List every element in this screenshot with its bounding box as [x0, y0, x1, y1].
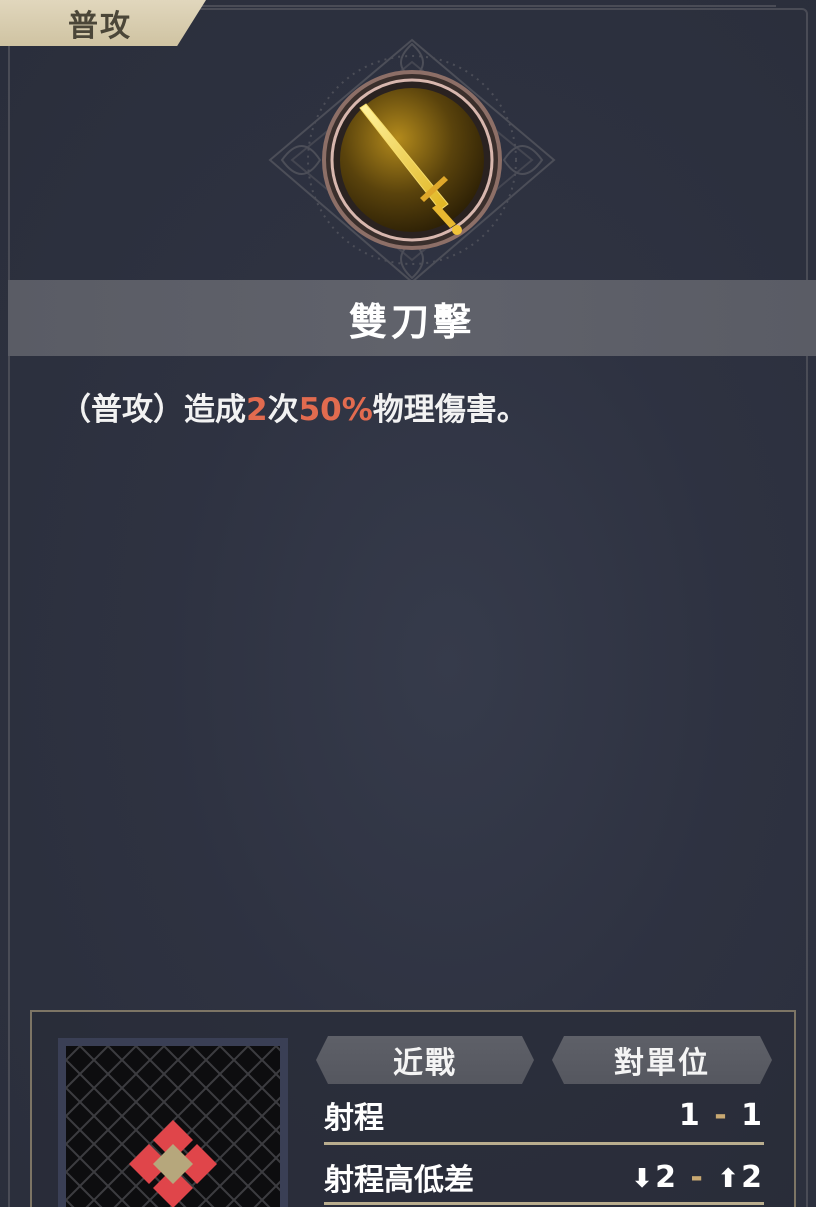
skill-name: 雙刀擊: [348, 299, 475, 344]
range-grid: [58, 1038, 288, 1207]
range-separator: -: [714, 1097, 729, 1133]
attack-type-label: 近戰: [393, 1046, 457, 1081]
skill-description: （普攻）造成2次50%物理傷害。: [60, 384, 780, 429]
desc-hits: 2: [246, 392, 268, 428]
desc-prefix: （普攻）造成: [60, 392, 246, 428]
range-value: 1 - 1: [679, 1098, 764, 1133]
height-down: 2: [655, 1159, 678, 1195]
range-max: 1: [741, 1097, 764, 1133]
range-divider: [324, 1142, 764, 1145]
desc-percent: 50%: [298, 392, 373, 428]
range-label: 射程: [324, 1101, 384, 1136]
range-min: 1: [678, 1097, 702, 1133]
target-type-label: 對單位: [614, 1046, 710, 1081]
range-row: 射程 1 - 1: [324, 1092, 764, 1138]
height-up: 2: [741, 1159, 764, 1195]
height-divider: [324, 1202, 764, 1205]
skill-title-bar: 雙刀擊: [8, 280, 816, 356]
top-divider: [200, 5, 776, 7]
desc-mid: 次: [267, 392, 299, 428]
attack-type-tag: 近戰: [316, 1036, 534, 1084]
arrow-down-icon: ⬇: [631, 1163, 656, 1194]
height-value: ⬇2 - ⬆2: [631, 1160, 764, 1195]
arrow-up-icon: ⬆: [717, 1163, 742, 1194]
target-type-tag: 對單位: [552, 1036, 772, 1084]
height-label: 射程高低差: [324, 1163, 474, 1198]
category-tab-label: 普攻: [68, 9, 132, 44]
height-separator: -: [690, 1159, 705, 1195]
skill-emblem: [268, 38, 556, 284]
category-tab[interactable]: 普攻: [0, 0, 206, 46]
desc-suffix: 物理傷害。: [372, 392, 528, 428]
skill-detail-panel: 普攻 雙刀擊 （普攻）造成2次50%物理傷害。 近戰 對單位 射程 1 - 1 …: [0, 0, 816, 1207]
height-row: 射程高低差 ⬇2 - ⬆2: [324, 1154, 764, 1200]
